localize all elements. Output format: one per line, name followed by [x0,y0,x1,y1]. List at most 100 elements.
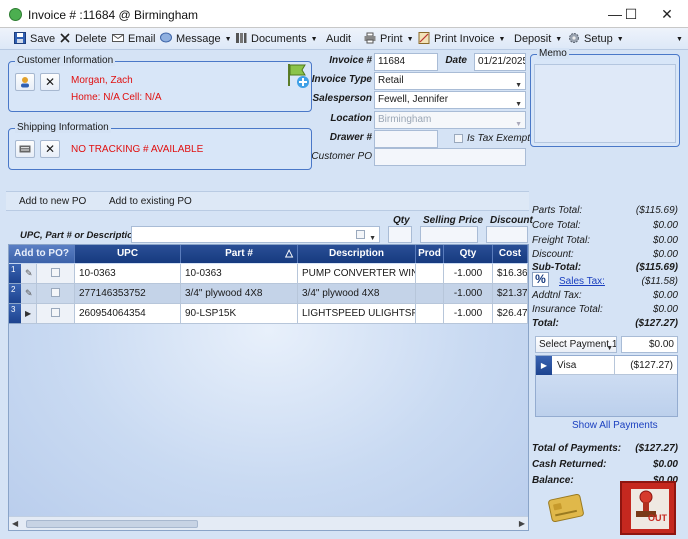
documents-button[interactable]: Documents ▼ [235,31,318,47]
tracking-status: NO TRACKING # AVAILABLE [71,144,204,155]
column-header-add-to-po[interactable]: Add to PO? [9,245,75,263]
title-bar: Invoice # :11684 @ Birmingham — ☐ ✕ [0,0,688,28]
window-title: Invoice # :11684 @ Birmingham [28,8,199,22]
select-payment-dropdown[interactable]: Select Payment 1 ▼ [535,336,617,353]
date-field[interactable]: 01/21/2025 [474,53,526,71]
show-all-payments-link[interactable]: Show All Payments [572,420,658,431]
description-cell: 3/4" plywood 4X8 [298,284,416,304]
clear-customer-button[interactable]: ✕ [40,73,60,91]
print-label: Print [380,33,403,45]
add-to-po-checkbox[interactable] [51,308,60,317]
scroll-right-arrow-icon[interactable]: ▶ [519,519,525,528]
upc-search-input[interactable]: ▼ [131,226,380,243]
column-header-description[interactable]: Description [298,245,416,263]
sales-tax-link[interactable]: Sales Tax: [559,276,605,287]
keyboard-icon [19,145,31,153]
row-selector[interactable]: 1 [9,264,21,284]
delete-button[interactable]: Delete [59,31,107,47]
total-value: ($127.27) [635,318,678,329]
edit-cell[interactable]: ✎ [21,264,37,284]
table-row[interactable]: 2 ✎ 277146353752 3/4" plywood 4X8 3/4" p… [9,284,528,304]
salesperson-select[interactable]: Fewell, Jennifer ▼ [374,91,526,109]
invoice-number-label: Invoice # [329,55,372,66]
freight-total-label: Freight Total: [532,235,590,246]
prod-cell [416,284,444,304]
payment-amount-input[interactable]: $0.00 [621,336,678,353]
table-row[interactable]: 3 ▶ 260954064354 90-LSP15K LIGHTSPEED UL… [9,304,528,324]
edit-cell[interactable]: ✎ [21,284,37,304]
upc-cell: 277146353752 [75,284,181,304]
row-selector[interactable]: 3 [9,304,21,324]
location-label: Location [330,113,372,124]
setup-label: Setup [584,33,613,45]
flag-add-icon[interactable] [285,62,311,90]
customer-information-label: Customer Information [15,55,116,66]
audit-button[interactable]: Audit [326,31,351,47]
customer-po-label: Customer PO [311,151,372,162]
deposit-button[interactable]: Deposit ▼ [514,31,562,47]
part-cell: 3/4" plywood 4X8 [181,284,298,304]
table-row[interactable]: 1 ✎ 10-0363 10-0363 PUMP CONVERTER WINTE… [9,264,528,284]
column-header-qty[interactable]: Qty [444,245,493,263]
qty-input[interactable] [388,226,412,243]
add-to-po-checkbox[interactable] [51,268,60,277]
freight-total-value: $0.00 [652,235,678,246]
tax-exempt-checkbox[interactable] [454,134,463,143]
selling-price-input[interactable] [420,226,478,243]
setup-button[interactable]: Setup ▼ [568,31,624,47]
subtotal-value: ($115.69) [635,262,678,273]
invoice-type-select[interactable]: Retail ▼ [374,72,526,90]
add-to-po-checkbox[interactable] [51,288,60,297]
current-row-cell[interactable]: ▶ [21,304,37,324]
print-invoice-button[interactable]: Print Invoice ▼ [418,31,505,47]
column-header-upc[interactable]: UPC [75,245,181,263]
add-to-po-cell[interactable] [37,284,75,304]
search-mode-checkbox[interactable] [356,230,365,239]
row-selector[interactable]: 2 [9,284,21,304]
tax-exempt-label: Is Tax Exempt [467,133,530,144]
chevron-down-icon[interactable]: ▼ [369,231,376,242]
horizontal-scrollbar[interactable]: ◀ ▶ [9,516,528,530]
invoice-type-label: Invoice Type [311,74,372,85]
memo-textarea[interactable] [534,64,676,143]
payment-row[interactable]: ▶ Visa ($127.27) [536,356,677,375]
percent-icon[interactable]: % [532,272,549,287]
toolbar-overflow-button[interactable]: ▼ [672,31,683,47]
message-button[interactable]: Message ▼ [160,31,232,47]
credit-card-button[interactable] [546,488,586,528]
drawer-field[interactable] [374,130,438,148]
total-of-payments-value: ($127.27) [635,443,678,454]
clear-shipping-button[interactable]: ✕ [40,140,60,158]
close-button[interactable]: ✕ [650,4,684,24]
upc-cell: 260954064354 [75,304,181,324]
column-header-cost[interactable]: Cost [493,245,528,263]
add-to-po-cell[interactable] [37,264,75,284]
add-to-existing-po-button[interactable]: Add to existing PO [109,196,192,207]
gear-icon [569,33,579,43]
description-cell: PUMP CONVERTER WINTER [298,264,416,284]
maximize-button[interactable]: ☐ [614,4,648,24]
printer-icon [364,32,376,44]
discount-input[interactable] [486,226,528,243]
part-cell: 90-LSP15K [181,304,298,324]
shipping-details-button[interactable] [15,140,35,158]
column-header-part[interactable]: Part # △ [181,245,298,263]
add-to-new-po-button[interactable]: Add to new PO [19,196,86,207]
customer-po-field[interactable] [374,148,526,166]
save-button[interactable]: Save [14,31,55,47]
payment-column-divider [614,356,615,375]
email-button[interactable]: Email [112,31,156,47]
column-header-prod[interactable]: Prod [416,245,444,263]
invoice-number-field[interactable]: 11684 [374,53,438,71]
checkout-button[interactable]: OUT [620,481,676,535]
print-button[interactable]: Print ▼ [364,31,414,47]
x-icon [60,33,70,43]
current-row-arrow-icon: ▶ [536,356,552,375]
customer-lookup-button[interactable] [15,73,35,91]
scrollbar-thumb[interactable] [26,520,198,528]
description-cell: LIGHTSPEED ULIGHTSPEED [298,304,416,324]
scroll-left-arrow-icon[interactable]: ◀ [12,519,18,528]
qty-cell: -1.000 [444,264,493,284]
add-to-po-cell[interactable] [37,304,75,324]
payments-list: ▶ Visa ($127.27) [535,355,678,417]
